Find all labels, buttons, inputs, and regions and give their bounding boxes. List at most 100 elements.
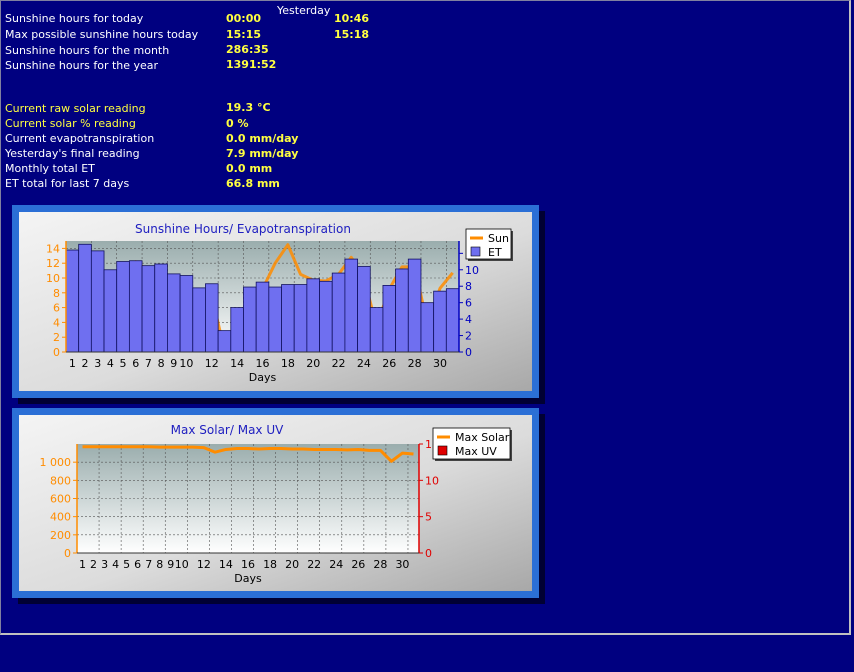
reading-label-solar-percent: Current solar % reading	[5, 117, 136, 130]
x-tick-label: 7	[145, 558, 152, 571]
legend-swatch-1	[470, 246, 481, 257]
x-tick-label: 30	[433, 357, 447, 370]
left-tick-label: 1 000	[40, 456, 72, 469]
left-tick-label: 0	[64, 547, 71, 560]
et-bar	[445, 288, 460, 353]
legend-swatch-1	[437, 445, 448, 456]
et-bar	[268, 286, 282, 353]
x-tick-label: 22	[307, 558, 321, 571]
sunshine-et-chart: Sunshine Hours/ Evapotranspiration024681…	[19, 212, 532, 391]
et-bar	[230, 307, 244, 353]
left-tick-label: 400	[50, 511, 71, 524]
reading-label-et-current: Current evapotranspiration	[5, 132, 155, 145]
x-tick-label: 28	[373, 558, 387, 571]
left-tick-label: 600	[50, 493, 71, 506]
et-bar	[433, 290, 447, 353]
left-tick-label: 200	[50, 529, 71, 542]
x-tick-label: 4	[107, 357, 114, 370]
legend-label-0: Sun	[488, 232, 509, 245]
et-bar	[217, 330, 232, 353]
x-tick-label: 18	[263, 558, 277, 571]
et-bar	[167, 273, 181, 353]
x-tick-label: 3	[94, 357, 101, 370]
et-bar	[319, 280, 333, 353]
et-bar	[331, 272, 346, 353]
x-tick-label: 10	[179, 357, 193, 370]
x-tick-label: 20	[306, 357, 320, 370]
stat-yesterday-sun-today: 10:46	[334, 12, 370, 25]
x-tick-label: 20	[285, 558, 299, 571]
reading-value-yesterday-final: 7.9 mm/day	[226, 147, 299, 160]
x-tick-label: 14	[230, 357, 244, 370]
et-bar	[293, 284, 308, 353]
right-tick-label: 6	[465, 297, 472, 310]
et-bar	[90, 250, 105, 353]
x-tick-label: 7	[145, 357, 152, 370]
et-bar	[243, 286, 257, 353]
stat-label-max-possible: Max possible sunshine hours today	[5, 28, 199, 41]
et-bar	[128, 260, 143, 353]
et-bar	[154, 263, 168, 353]
x-tick-label: 6	[134, 558, 141, 571]
x-tick-label: 2	[82, 357, 89, 370]
reading-value-solar-percent: 0 %	[226, 117, 249, 130]
et-bar	[103, 269, 118, 353]
right-tick-label: 2	[465, 330, 472, 343]
x-tick-label: 5	[120, 357, 127, 370]
left-tick-label: 0	[53, 346, 60, 359]
solar-uv-chart: Max Solar/ Max UV 0 200 400 600 800 1 000 0 5 10 1…	[19, 415, 532, 591]
left-tick-label: 6	[53, 302, 60, 315]
et-bar	[420, 302, 435, 353]
legend-label-0: Max Solar	[455, 431, 510, 444]
et-bar	[205, 283, 219, 353]
right-tick-label: 4	[465, 313, 472, 326]
left-tick-label: 800	[50, 474, 71, 487]
et-bar	[192, 287, 206, 353]
x-tick-label: 2	[90, 558, 97, 571]
sunshine-chart-panel: Sunshine Hours/ Evapotranspiration 0 2 4 6 8 1…	[12, 205, 539, 398]
reading-label-et-7days: ET total for last 7 days	[5, 177, 130, 190]
left-tick-label: 2	[53, 331, 60, 344]
reading-value-monthly-et: 0.0 mm	[226, 162, 273, 175]
et-bar	[141, 265, 156, 353]
x-tick-label: 24	[329, 558, 343, 571]
x-tick-label: 8	[158, 357, 165, 370]
reading-value-et-current: 0.0 mm/day	[226, 132, 299, 145]
et-bar	[65, 249, 80, 353]
x-tick-label: 1	[79, 558, 86, 571]
et-bar	[395, 268, 409, 353]
chart-title: Sunshine Hours/ Evapotranspiration	[135, 222, 351, 236]
et-bar	[179, 275, 194, 353]
solar-uv-chart-panel: Max Solar/ Max UV 0 200 400 600 800 1 000 0 5 10 1…	[12, 408, 539, 598]
stat-label-month: Sunshine hours for the month	[5, 44, 170, 57]
stat-value-year: 1391:52	[226, 58, 277, 71]
et-bar	[281, 284, 295, 353]
left-tick-label: 14	[46, 242, 60, 255]
x-tick-label: 26	[382, 357, 396, 370]
x-tick-label: 9	[170, 357, 177, 370]
et-bar	[255, 281, 270, 353]
et-bar	[78, 243, 92, 353]
x-tick-label: 24	[357, 357, 371, 370]
x-tick-label: 12	[197, 558, 211, 571]
x-tick-label: 28	[408, 357, 422, 370]
right-tick-label: 10	[465, 264, 479, 277]
yesterday-header: Yesterday	[277, 4, 331, 17]
stat-value-max-possible: 15:15	[226, 28, 262, 41]
et-bar	[369, 307, 384, 353]
legend-label-1: Max UV	[455, 445, 497, 458]
x-tick-label: 3	[101, 558, 108, 571]
stat-value-sun-today: 00:00	[226, 12, 262, 25]
et-bar	[116, 261, 130, 353]
plot-area	[77, 444, 419, 553]
x-axis-label: Days	[249, 371, 277, 384]
right-tick-label: 0	[425, 547, 432, 560]
left-tick-label: 4	[53, 316, 60, 329]
x-tick-label: 6	[132, 357, 139, 370]
x-tick-label: 16	[256, 357, 270, 370]
reading-label-yesterday-final: Yesterday's final reading	[5, 147, 140, 160]
reading-label-raw-solar: Current raw solar reading	[5, 102, 146, 115]
x-tick-label: 16	[241, 558, 255, 571]
et-bar	[306, 278, 320, 353]
x-tick-label: 5	[123, 558, 130, 571]
